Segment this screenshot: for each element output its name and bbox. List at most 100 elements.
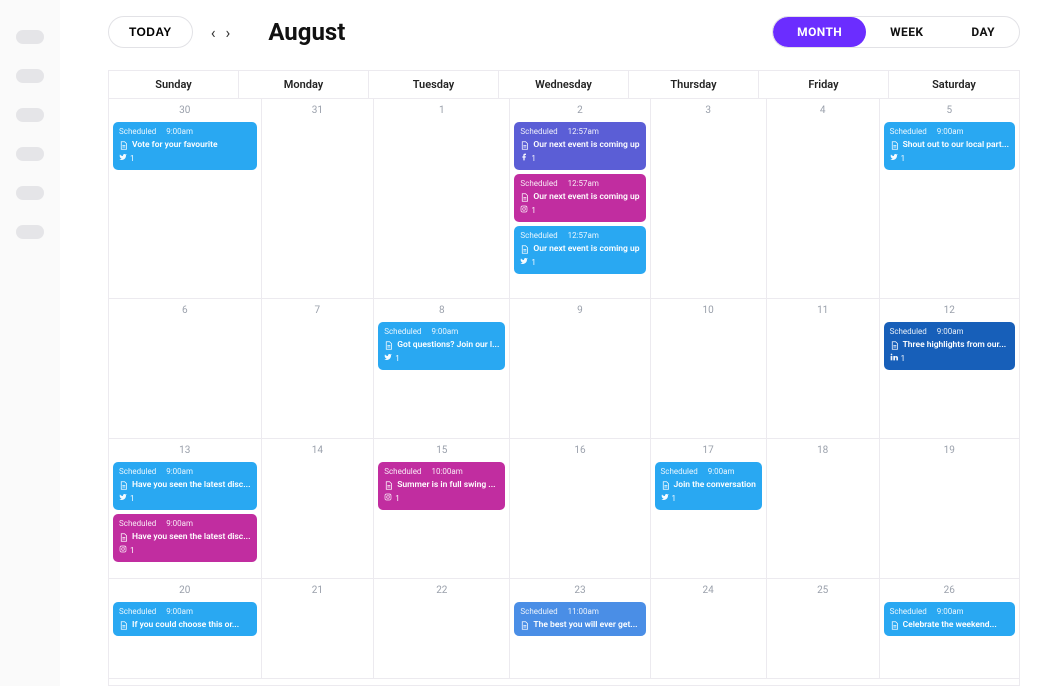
view-day[interactable]: DAY	[947, 17, 1019, 47]
calendar-cell[interactable]: 19	[880, 439, 1019, 579]
view-toggle: MONTH WEEK DAY	[772, 16, 1020, 48]
calendar-cell[interactable]: 30Scheduled9:00amVote for your favourite…	[109, 99, 262, 299]
day-number: 9	[514, 305, 645, 316]
calendar-cell[interactable]: 2Scheduled12:57amOur next event is comin…	[510, 99, 650, 299]
day-number: 15	[378, 445, 505, 456]
chevron-right-icon[interactable]: ›	[226, 23, 231, 42]
calendar-cell[interactable]: 31	[262, 99, 375, 299]
event-status: Scheduled	[384, 327, 421, 338]
twitter-icon	[119, 153, 127, 165]
sidebar-nav-item[interactable]	[16, 69, 44, 83]
event-status: Scheduled	[890, 607, 927, 618]
event-status: Scheduled	[119, 467, 156, 478]
event-count: 1	[901, 354, 906, 365]
calendar-cell[interactable]: 8Scheduled9:00amGot questions? Join our …	[374, 299, 510, 439]
calendar-event[interactable]: Scheduled9:00amThree highlights from our…	[884, 322, 1015, 370]
calendar-event[interactable]: Scheduled12:57amOur next event is coming…	[514, 174, 645, 222]
twitter-icon	[520, 257, 528, 269]
document-icon	[384, 341, 393, 350]
day-number: 24	[655, 585, 762, 596]
document-icon	[119, 533, 128, 542]
event-time: 12:57am	[568, 231, 599, 242]
calendar-event[interactable]: Scheduled9:00amGot questions? Join our l…	[378, 322, 505, 370]
view-week[interactable]: WEEK	[866, 17, 947, 47]
calendar-cell[interactable]: 10	[651, 299, 767, 439]
sidebar-nav-item[interactable]	[16, 108, 44, 122]
calendar-event[interactable]: Scheduled12:57amOur next event is coming…	[514, 226, 645, 274]
document-icon	[119, 621, 128, 630]
calendar-cell[interactable]: 12Scheduled9:00amThree highlights from o…	[880, 299, 1019, 439]
main-content: TODAY ‹ › August MONTH WEEK DAY SundayMo…	[60, 0, 1048, 686]
calendar-cell[interactable]: 4	[767, 99, 880, 299]
calendar-event[interactable]: Scheduled12:57amOur next event is coming…	[514, 122, 645, 170]
calendar-cell[interactable]: 15 Scheduled10:00amSummer is in full swin…	[374, 439, 510, 579]
calendar-cell[interactable]: 11	[767, 299, 880, 439]
event-title: Vote for your favourite	[132, 140, 218, 151]
chevron-left-icon[interactable]: ‹	[211, 23, 216, 42]
calendar-cell[interactable]: 24	[651, 579, 767, 679]
day-number: 19	[884, 445, 1015, 456]
day-number: 18	[771, 445, 875, 456]
sidebar-nav-item[interactable]	[16, 225, 44, 239]
calendar-cell[interactable]: 14	[262, 439, 375, 579]
sidebar-nav-item[interactable]	[16, 186, 44, 200]
view-month[interactable]: MONTH	[773, 17, 866, 47]
event-count: 1	[395, 494, 400, 505]
twitter-icon	[661, 493, 669, 505]
event-time: 9:00am	[166, 519, 193, 530]
month-nav: ‹ ›	[211, 23, 231, 42]
calendar-event[interactable]: Scheduled10:00amSummer is in full swing …	[378, 462, 505, 510]
calendar-cell[interactable]: 18	[767, 439, 880, 579]
calendar-cell[interactable]: 16	[510, 439, 650, 579]
document-icon	[119, 141, 128, 150]
calendar-event[interactable]: Scheduled9:00amHave you seen the latest …	[113, 462, 257, 510]
sidebar-nav-item[interactable]	[16, 147, 44, 161]
calendar-event[interactable]: Scheduled9:00amJoin the conversation1	[655, 462, 762, 510]
sidebar	[0, 0, 60, 686]
calendar-cell[interactable]: 6	[109, 299, 262, 439]
event-time: 9:00am	[166, 607, 193, 618]
calendar-cell[interactable]: 21	[262, 579, 375, 679]
calendar-event[interactable]: Scheduled9:00amHave you seen the latest …	[113, 514, 257, 562]
calendar-cell[interactable]: 9	[510, 299, 650, 439]
calendar-event[interactable]: Scheduled11:00amThe best you will ever g…	[514, 602, 645, 636]
day-number: 16	[514, 445, 645, 456]
day-of-week-header: Monday	[239, 71, 369, 99]
calendar-cell[interactable]: 17 Scheduled9:00amJoin the conversation1	[651, 439, 767, 579]
event-time: 9:00am	[708, 467, 735, 478]
calendar-cell[interactable]: 26Scheduled9:00amCelebrate the weekend..…	[880, 579, 1019, 679]
event-title: Our next event is coming up	[533, 192, 639, 203]
day-number: 10	[655, 305, 762, 316]
event-time: 10:00am	[431, 467, 462, 478]
sidebar-nav-item[interactable]	[16, 30, 44, 44]
facebook-icon	[520, 153, 528, 165]
calendar-cell[interactable]: 7	[262, 299, 375, 439]
calendar-cell[interactable]: 13Scheduled9:00amHave you seen the lates…	[109, 439, 262, 579]
event-count: 1	[395, 354, 400, 365]
calendar-event[interactable]: Scheduled9:00amShout out to our local pa…	[884, 122, 1015, 170]
instagram-icon	[119, 545, 127, 557]
event-time: 9:00am	[937, 607, 964, 618]
day-number: 25	[771, 585, 875, 596]
calendar-cell[interactable]: 20Scheduled9:00amIf you could choose thi…	[109, 579, 262, 679]
day-of-week-header: Thursday	[629, 71, 759, 99]
calendar-cell[interactable]: 3	[651, 99, 767, 299]
document-icon	[520, 621, 529, 630]
calendar-cell[interactable]: 22	[374, 579, 510, 679]
calendar-event[interactable]: Scheduled9:00amVote for your favourite1	[113, 122, 257, 170]
event-count: 1	[531, 258, 536, 269]
calendar-cell[interactable]: 25	[767, 579, 880, 679]
event-status: Scheduled	[520, 607, 557, 618]
event-status: Scheduled	[520, 127, 557, 138]
calendar-cell[interactable]: 5Scheduled9:00amShout out to our local p…	[880, 99, 1019, 299]
day-number: 17	[655, 445, 762, 456]
calendar-cell[interactable]: 1	[374, 99, 510, 299]
day-of-week-header: Friday	[759, 71, 889, 99]
event-time: 11:00am	[568, 607, 599, 618]
day-number: 21	[266, 585, 370, 596]
today-button[interactable]: TODAY	[108, 16, 193, 48]
calendar-event[interactable]: Scheduled9:00amCelebrate the weekend...	[884, 602, 1015, 636]
event-status: Scheduled	[520, 231, 557, 242]
calendar-cell[interactable]: 23Scheduled11:00amThe best you will ever…	[510, 579, 650, 679]
calendar-event[interactable]: Scheduled9:00amIf you could choose this …	[113, 602, 257, 636]
